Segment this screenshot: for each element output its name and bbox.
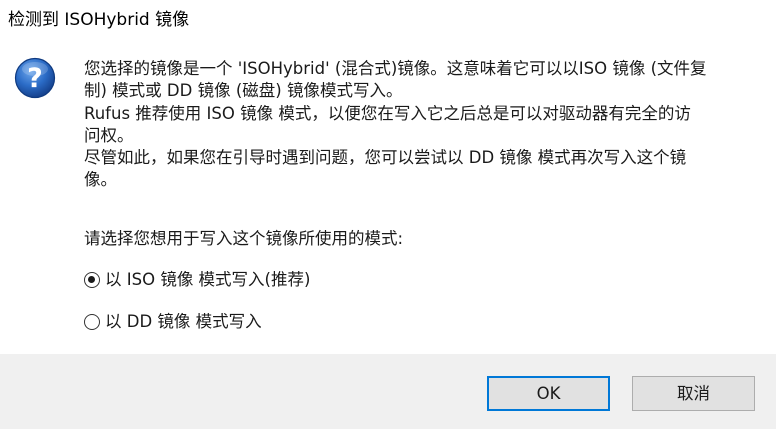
svg-text:?: ? (27, 63, 43, 94)
mode-prompt: 请选择您想用于写入这个镜像所使用的模式: (84, 229, 404, 248)
question-icon: ? (14, 57, 56, 99)
title-bar[interactable]: 检测到 ISOHybrid 镜像 (0, 0, 776, 40)
dd-mode-label[interactable]: 以 DD 镜像 模式写入 (105, 311, 262, 333)
radio-button-iso[interactable] (84, 272, 100, 288)
message-line: Rufus 推荐使用 ISO 镜像 模式，以便您在写入它之后总是可以对驱动器有完… (84, 103, 691, 123)
iso-mode-label[interactable]: 以 ISO 镜像 模式写入(推荐) (105, 269, 310, 291)
dd-mode-radio[interactable]: 以 DD 镜像 模式写入 (84, 311, 262, 333)
cancel-button[interactable]: 取消 (632, 376, 755, 411)
message-line: 您选择的镜像是一个 'ISOHybrid' (混合式)镜像。这意味着它可以以IS… (84, 59, 707, 78)
window-title: 检测到 ISOHybrid 镜像 (8, 10, 190, 30)
message-text: 您选择的镜像是一个 'ISOHybrid' (混合式)镜像。这意味着它可以以IS… (84, 58, 764, 192)
message-line: 制) 模式或 DD 镜像 (磁盘) 镜像模式写入。 (84, 81, 403, 101)
iso-hybrid-dialog: 检测到 ISOHybrid 镜像 ? 您选择的镜像是一个 'ISOHybrid'… (0, 0, 776, 429)
ok-button[interactable]: OK (487, 376, 610, 411)
message-line: 像。 (84, 170, 117, 190)
message-line: 问权。 (84, 125, 134, 145)
iso-mode-radio[interactable]: 以 ISO 镜像 模式写入(推荐) (84, 269, 310, 291)
radio-button-dd[interactable] (84, 314, 100, 330)
message-line: 尽管如此，如果您在引导时遇到问题，您可以尝试以 DD 镜像 模式再次写入这个镜 (84, 148, 687, 168)
button-bar: OK 取消 (0, 354, 776, 429)
